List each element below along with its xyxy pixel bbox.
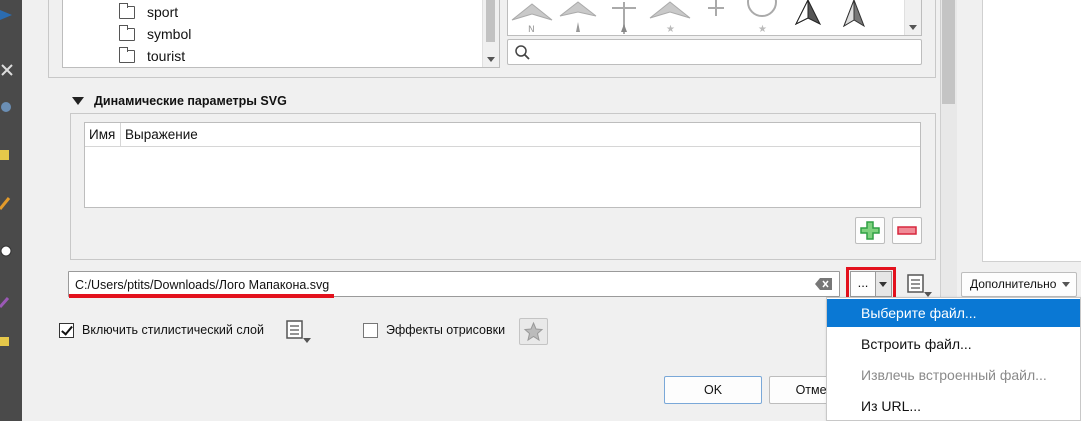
layer-icon [0, 10, 12, 20]
svg-search-input[interactable] [536, 43, 916, 61]
menu-item-extract-embedded-file[interactable]: Извлечь встроенный файл... [827, 361, 1080, 389]
svg-symbol-grid[interactable]: N ★ ★ [507, 0, 922, 36]
svg-file-path-value: C:/Users/ptits/Downloads/Лого Мапакона.s… [75, 278, 330, 292]
style-layer-checkbox[interactable] [59, 322, 74, 338]
clear-text-icon[interactable] [815, 278, 832, 290]
tree-scrollbar-thumb[interactable] [486, 0, 495, 42]
north-arrow-symbol-1[interactable]: N [510, 0, 554, 34]
north-arrow-symbol-3[interactable] [602, 0, 646, 34]
edit-icon [0, 297, 10, 308]
browse-options-menu: Выберите файл... Встроить файл... Извлеч… [826, 297, 1081, 421]
draw-effects-checkbox-row[interactable]: Эффекты отрисовки [363, 320, 505, 340]
north-arrow-symbol-6[interactable]: ★ [740, 0, 784, 34]
north-arrow-symbol-5[interactable] [694, 0, 738, 34]
folder-icon [119, 24, 135, 41]
gear-icon [1, 102, 11, 112]
style-layer-checkbox-row[interactable]: Включить стилистический слой [59, 320, 264, 340]
north-arrow-symbol-7[interactable] [786, 0, 830, 34]
tree-item-label: sport [147, 4, 179, 20]
north-arrow-symbol-4[interactable]: ★ [648, 0, 692, 34]
folder-icon [119, 46, 135, 63]
scroll-down-icon[interactable] [487, 57, 495, 62]
clock-icon [0, 245, 12, 257]
draw-effects-checkbox[interactable] [363, 322, 378, 338]
dynamic-params-table[interactable]: Имя Выражение [84, 122, 921, 208]
pencil-icon [0, 197, 11, 210]
tree-item-symbol[interactable]: symbol [119, 24, 191, 44]
draw-effects-label: Эффекты отрисовки [386, 323, 506, 337]
search-icon [515, 45, 530, 60]
add-parameter-button[interactable] [855, 217, 885, 244]
plus-icon [860, 221, 880, 240]
style-layer-label: Включить стилистический слой [82, 323, 264, 337]
svg-text:★: ★ [758, 24, 767, 34]
effects-settings-button[interactable] [519, 318, 548, 345]
folder-icon [119, 2, 135, 19]
svg-folder-tree[interactable]: sport symbol tourist [62, 0, 500, 68]
svg-text:★: ★ [666, 24, 675, 34]
north-arrow-symbol-2[interactable] [556, 0, 600, 34]
tree-item-label: tourist [147, 48, 186, 64]
background-app-toolbar [0, 0, 22, 421]
chevron-down-icon [879, 282, 887, 287]
menu-item-select-file[interactable]: Выберите файл... [827, 299, 1080, 327]
menu-item-embed-file[interactable]: Встроить файл... [827, 330, 1080, 358]
column-header-name[interactable]: Имя [85, 123, 121, 147]
dynamic-params-title: Динамические параметры SVG [94, 94, 287, 108]
advanced-button-label: Дополнительно [970, 277, 1057, 291]
scroll-down-icon[interactable] [909, 25, 917, 30]
tree-item-tourist[interactable]: tourist [119, 46, 185, 66]
north-arrow-symbol-8[interactable] [832, 0, 876, 34]
browse-options-dropdown-button[interactable] [876, 271, 892, 297]
folder-icon [0, 337, 9, 346]
remove-parameter-button[interactable] [892, 217, 922, 244]
data-defined-override-icon[interactable] [280, 318, 314, 344]
data-defined-override-icon[interactable] [902, 272, 934, 298]
tree-scrollbar[interactable] [482, 0, 499, 67]
svg-search-box[interactable] [507, 39, 922, 65]
collapse-triangle-icon[interactable] [72, 97, 84, 105]
tree-item-sport[interactable]: sport [119, 2, 178, 22]
close-icon [1, 64, 13, 76]
table-header: Имя Выражение [85, 123, 920, 147]
ok-button[interactable]: OK [664, 376, 762, 404]
column-header-expression[interactable]: Выражение [121, 123, 198, 147]
tree-item-label: symbol [147, 26, 192, 42]
svg-text:N: N [528, 25, 535, 34]
symbol-properties-dialog: sport symbol tourist N ★ ★ Динамические … [22, 0, 940, 421]
svg-grid-scrollbar[interactable] [904, 0, 921, 35]
advanced-button[interactable]: Дополнительно [961, 272, 1077, 297]
minus-icon [897, 226, 917, 235]
note-icon [0, 150, 9, 160]
chevron-down-icon [1062, 282, 1070, 287]
red-underline-annotation [69, 294, 334, 298]
menu-item-from-url[interactable]: Из URL... [827, 392, 1080, 420]
star-icon [523, 321, 544, 342]
browse-file-button[interactable]: ... [850, 271, 876, 297]
dialog-scrollbar-thumb[interactable] [942, 0, 955, 104]
background-app-canvas [982, 0, 1081, 262]
dynamic-params-header[interactable]: Динамические параметры SVG [72, 92, 287, 110]
